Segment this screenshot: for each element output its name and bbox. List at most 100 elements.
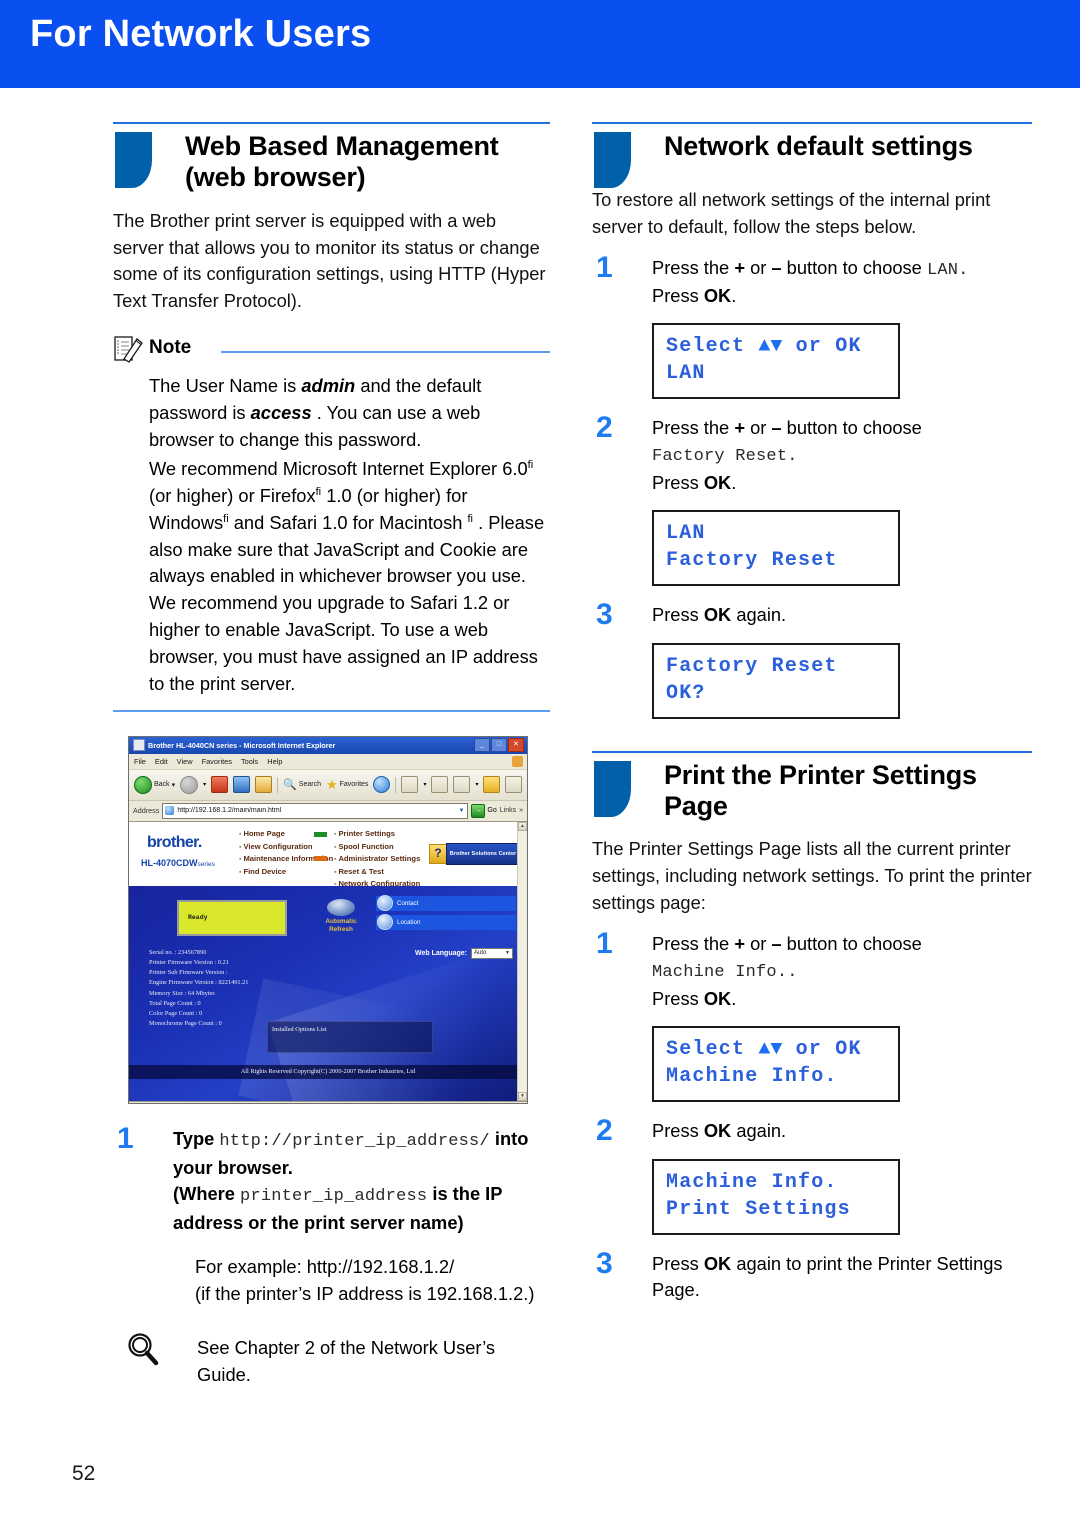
- address-input[interactable]: http://192.168.1.2/main/main.html ▼: [162, 802, 469, 819]
- nav-link-view-configuration[interactable]: ▪ View Configuration: [239, 841, 333, 854]
- home-icon[interactable]: [255, 776, 273, 794]
- minimize-button[interactable]: _: [474, 738, 490, 753]
- automatic-refresh-button[interactable]: Automatic Refresh: [314, 898, 368, 934]
- nav-link-reset-and-test[interactable]: ▪ Reset & Test: [334, 866, 420, 879]
- step-line2-post: .: [731, 285, 737, 307]
- section-title-line1: Print the Printer Settings: [664, 759, 977, 790]
- lcd-text-or-ok: or OK: [782, 334, 862, 358]
- close-button[interactable]: ✕: [508, 738, 524, 753]
- edit-icon[interactable]: [453, 776, 471, 794]
- note-p2-d: and Safari 1.0 for Macintosh: [228, 511, 468, 533]
- links-chevron-icon[interactable]: »: [519, 807, 523, 814]
- messenger-icon[interactable]: [505, 776, 523, 794]
- registered-mark-icon: fi: [527, 458, 534, 471]
- nav-link-printer-settings[interactable]: ▪ Printer Settings: [334, 828, 420, 841]
- step-text: Press the + or – button to choose Machin…: [652, 931, 1032, 1013]
- contact-button[interactable]: Contact: [376, 895, 516, 912]
- printer-model-label: HL-4070CDWseries: [141, 858, 215, 868]
- back-button[interactable]: Back ▾: [134, 775, 176, 794]
- step-line2-pre: Press: [652, 285, 704, 307]
- ok-button-label: OK: [703, 988, 732, 1010]
- note-paragraph-2: We recommend Microsoft Internet Explorer…: [149, 456, 550, 698]
- printer-model-series: series: [197, 860, 215, 868]
- step-pre: Press the: [652, 416, 735, 438]
- address-value: http://192.168.1.2/main/main.html: [177, 807, 282, 815]
- web-language-value: Auto: [474, 950, 487, 957]
- nav-link-spool-function[interactable]: ▪ Spool Function: [334, 841, 420, 854]
- mail-dropdown-icon[interactable]: ▾: [423, 781, 426, 788]
- info-memory-size: Memory Size : 64 Mbytes: [149, 989, 215, 997]
- menu-edit[interactable]: Edit: [155, 757, 168, 766]
- brother-logo: brother.: [147, 833, 202, 851]
- web-language-label: Web Language:: [415, 949, 467, 957]
- step-post: button to choose: [781, 932, 922, 954]
- network-intro-paragraph: To restore all network settings of the i…: [592, 189, 991, 237]
- step-pre: Press: [652, 603, 704, 625]
- print-step-2: 2 Press OK again.: [592, 1114, 1032, 1147]
- browser-status-bar: Done Local intranet: [129, 1100, 527, 1103]
- step1-placeholder-code: printer_ip_address: [240, 1187, 428, 1207]
- location-button[interactable]: Location: [376, 914, 516, 931]
- step-text: Press OK again.: [652, 1118, 1032, 1145]
- see-also-text: See Chapter 2 of the Network User’s Guid…: [197, 1337, 496, 1385]
- page-scrollbar[interactable]: ▲ ▼: [517, 821, 527, 1101]
- edit-dropdown-icon[interactable]: ▾: [475, 781, 478, 788]
- step-mid: or: [745, 932, 772, 954]
- menu-help[interactable]: Help: [267, 757, 282, 766]
- menu-file[interactable]: File: [134, 757, 146, 766]
- step-number: 1: [117, 1121, 134, 1155]
- go-button[interactable]: → Go: [471, 803, 497, 818]
- ok-button-label: OK: [703, 472, 732, 494]
- back-dropdown-icon[interactable]: ▾: [172, 781, 176, 789]
- forward-arrow-icon[interactable]: [180, 775, 199, 794]
- print-icon[interactable]: [431, 776, 449, 794]
- mail-icon[interactable]: [401, 776, 419, 794]
- refresh-icon[interactable]: [233, 776, 251, 794]
- web-language-control: Web Language: Auto ▼: [415, 947, 513, 959]
- forward-dropdown-icon[interactable]: ▾: [203, 781, 206, 788]
- lcd-display-4: Select ▲▼ or OK Machine Info.: [652, 1025, 900, 1102]
- lcd-line-2: Print Settings: [666, 1197, 851, 1221]
- menu-favorites[interactable]: Favorites: [202, 757, 232, 766]
- address-label: Address: [133, 806, 160, 816]
- menu-tools[interactable]: Tools: [241, 757, 258, 766]
- stop-icon[interactable]: [211, 776, 229, 794]
- favorites-button[interactable]: ★ Favorites: [326, 778, 368, 791]
- search-icon: 🔍: [283, 779, 297, 792]
- menu-view[interactable]: View: [177, 757, 193, 766]
- step-post: again.: [731, 1119, 787, 1141]
- step-line2-pre: Press: [652, 988, 704, 1010]
- step-pre: Press: [652, 1119, 704, 1141]
- printer-lcd-status-text: Ready: [188, 913, 208, 921]
- web-language-select[interactable]: Auto ▼: [471, 947, 513, 959]
- links-button[interactable]: Links: [500, 807, 516, 814]
- media-icon[interactable]: [373, 776, 391, 794]
- toolbar-separator: [277, 776, 279, 793]
- note-block: Note The User Name is admin and the defa…: [113, 336, 550, 712]
- maximize-button[interactable]: □: [491, 738, 507, 753]
- plus-button-label: +: [734, 416, 745, 438]
- nav-link-find-device[interactable]: ▪ Find Device: [239, 866, 333, 879]
- left-step-1: 1 Type http://printer_ip_address/ into y…: [113, 1122, 550, 1236]
- help-question-icon[interactable]: ?: [429, 843, 447, 864]
- installed-options-label: Installed Options List: [272, 1025, 327, 1033]
- ok-button-label: OK: [703, 1252, 732, 1274]
- search-button[interactable]: 🔍 Search: [283, 778, 321, 791]
- brother-solutions-center-banner[interactable]: Brother Solutions Center: [446, 842, 520, 865]
- step1-line2-pre: (Where: [173, 1183, 241, 1205]
- minus-button-label: –: [771, 256, 782, 278]
- lcd-line-1: LAN: [666, 521, 706, 545]
- scroll-down-icon[interactable]: ▼: [518, 1091, 527, 1101]
- section-title-line1: Web Based Management: [185, 131, 499, 161]
- note-paragraph-1: The User Name is admin and the default p…: [149, 373, 550, 454]
- up-down-arrows-icon: ▲▼: [758, 334, 783, 358]
- discuss-icon[interactable]: [483, 776, 501, 794]
- browser-titlebar: Brother HL-4040CN series - Microsoft Int…: [129, 736, 527, 754]
- section-title-line2: Page: [664, 790, 728, 821]
- note-bottom-rule: [113, 709, 550, 712]
- nav-link-administrator-settings[interactable]: ▪ Administrator Settings: [334, 853, 420, 866]
- address-dropdown-icon[interactable]: ▼: [458, 808, 465, 814]
- scroll-up-icon[interactable]: ▲: [518, 821, 527, 831]
- note-p2-e: . Please also make sure that JavaScript …: [149, 511, 545, 694]
- info-engine-firmware: Engine Firmware Version : 8221491.21: [149, 979, 249, 987]
